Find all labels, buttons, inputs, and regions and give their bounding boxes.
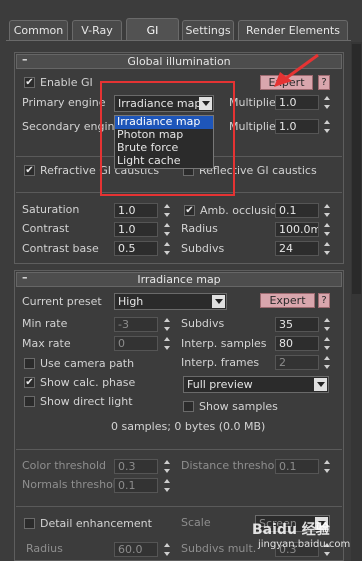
irr-subdivs-input[interactable]: 35 [275, 317, 319, 332]
max-rate-input[interactable]: 0 [114, 336, 158, 351]
preview-mode-select[interactable]: Full preview [183, 376, 329, 393]
amb-occlusion-checkbox[interactable]: ✔ [184, 205, 195, 216]
primary-multiplier-input[interactable]: 1.0 [275, 95, 319, 110]
min-rate-label: Min rate [22, 317, 68, 330]
interp-frames-spinner[interactable] [321, 355, 332, 370]
amb-occlusion-input[interactable]: 0.1 [275, 203, 319, 218]
max-rate-label: Max rate [22, 337, 71, 350]
interp-samples-label: Interp. samples [181, 337, 267, 350]
contrast-input[interactable]: 1.0 [114, 222, 158, 237]
show-calc-phase-checkbox[interactable]: ✔ [24, 377, 35, 388]
tab-gi[interactable]: GI [126, 18, 179, 41]
normals-threshold-label: Normals threshold [22, 478, 123, 491]
gi-rollout-title: Global illumination [127, 55, 231, 68]
color-threshold-spinner[interactable] [161, 459, 172, 474]
color-threshold-label: Color threshold [22, 459, 107, 472]
secondary-multiplier-spinner[interactable] [321, 119, 332, 134]
contrast-spinner[interactable] [161, 222, 172, 237]
preview-mode-value: Full preview [187, 378, 253, 391]
min-rate-input[interactable]: -3 [114, 317, 158, 332]
distance-threshold-input[interactable]: 0.1 [275, 459, 319, 474]
min-rate-spinner[interactable] [161, 317, 172, 332]
annotation-arrow-icon [274, 53, 319, 87]
interp-samples-spinner[interactable] [321, 336, 332, 351]
enable-gi-label: Enable GI [40, 76, 93, 89]
collapse-icon[interactable]: – [22, 53, 28, 66]
collapse-icon[interactable]: – [22, 271, 28, 284]
detail-radius-input[interactable]: 60.0 [114, 542, 158, 557]
amb-occlusion-spinner[interactable] [321, 203, 332, 218]
divider [16, 449, 342, 450]
radius-spinner[interactable] [321, 222, 332, 237]
tab-vray[interactable]: V-Ray [72, 20, 122, 40]
scrollbar-thumb[interactable] [352, 44, 361, 294]
detail-radius-spinner[interactable] [161, 542, 172, 557]
distance-threshold-spinner[interactable] [321, 459, 332, 474]
primary-engine-label: Primary engine [22, 96, 106, 109]
irradiance-rollout-title: Irradiance map [137, 273, 221, 286]
interp-frames-input[interactable]: 2 [275, 355, 319, 370]
refractive-caustics-checkbox[interactable]: ✔ [24, 165, 35, 176]
color-threshold-input[interactable]: 0.3 [114, 459, 158, 474]
normals-threshold-input[interactable]: 0.1 [114, 478, 158, 493]
gi-subdivs-input[interactable]: 24 [275, 241, 319, 256]
secondary-multiplier-label: Multiplier [229, 120, 281, 133]
irr-subdivs-label: Subdivs [181, 317, 225, 330]
camera-path-label: Use camera path [40, 357, 135, 370]
show-calc-phase-label: Show calc. phase [40, 376, 136, 389]
preset-select[interactable]: High [114, 293, 227, 310]
radius-input[interactable]: 100.0mm [275, 222, 319, 237]
detail-enhancement-checkbox[interactable] [24, 518, 35, 529]
max-rate-spinner[interactable] [161, 336, 172, 351]
gi-subdivs-spinner[interactable] [321, 241, 332, 256]
contrast-base-label: Contrast base [22, 242, 99, 255]
tab-divider [6, 40, 351, 41]
contrast-base-input[interactable]: 0.5 [114, 241, 158, 256]
detail-radius-label: Radius [26, 542, 63, 555]
annotation-highlight-box [100, 81, 235, 196]
radius-label: Radius [181, 222, 218, 235]
contrast-label: Contrast [22, 222, 70, 235]
interp-frames-label: Interp. frames [181, 356, 260, 369]
current-preset-label: Current preset [22, 295, 102, 308]
secondary-multiplier-input[interactable]: 1.0 [275, 119, 319, 134]
primary-multiplier-spinner[interactable] [321, 95, 332, 110]
irradiance-stats: 0 samples; 0 bytes (0.0 MB) [111, 420, 266, 433]
tab-common[interactable]: Common [9, 20, 68, 40]
show-samples-label: Show samples [199, 400, 278, 413]
irradiance-rollout-header[interactable]: – Irradiance map [16, 271, 342, 287]
irr-expert-button[interactable]: Expert [260, 293, 315, 308]
irr-help-button[interactable]: ? [318, 293, 330, 308]
irr-subdivs-spinner[interactable] [321, 317, 332, 332]
baidu-watermark-url: jingyan.baidu.com [258, 539, 351, 550]
saturation-label: Saturation [22, 203, 80, 216]
tab-render-elements[interactable]: Render Elements [238, 20, 348, 40]
saturation-spinner[interactable] [161, 203, 172, 218]
interp-samples-input[interactable]: 80 [275, 336, 319, 351]
show-samples-checkbox[interactable] [183, 401, 194, 412]
amb-occlusion-label: Amb. occlusion [200, 204, 284, 217]
scale-label: Scale [181, 516, 211, 529]
divider [16, 506, 342, 507]
camera-path-checkbox[interactable] [24, 358, 35, 369]
enable-gi-checkbox[interactable]: ✔ [24, 77, 35, 88]
preset-value: High [118, 295, 144, 308]
contrast-base-spinner[interactable] [161, 241, 172, 256]
chevron-down-icon[interactable] [314, 378, 327, 391]
distance-threshold-label: Distance threshold [181, 459, 285, 472]
tab-settings[interactable]: Settings [182, 20, 234, 40]
show-direct-light-checkbox[interactable] [24, 396, 35, 407]
baidu-watermark-logo: Baidu 经验 [252, 522, 330, 538]
show-direct-light-label: Show direct light [40, 395, 133, 408]
normals-threshold-spinner[interactable] [161, 478, 172, 493]
detail-enhancement-label: Detail enhancement [40, 517, 152, 530]
subdivs-mult-label: Subdivs mult. [181, 542, 257, 555]
primary-multiplier-label: Multiplier [229, 96, 281, 109]
chevron-down-icon[interactable] [212, 295, 225, 308]
saturation-input[interactable]: 1.0 [114, 203, 158, 218]
gi-subdivs-label: Subdivs [181, 242, 225, 255]
